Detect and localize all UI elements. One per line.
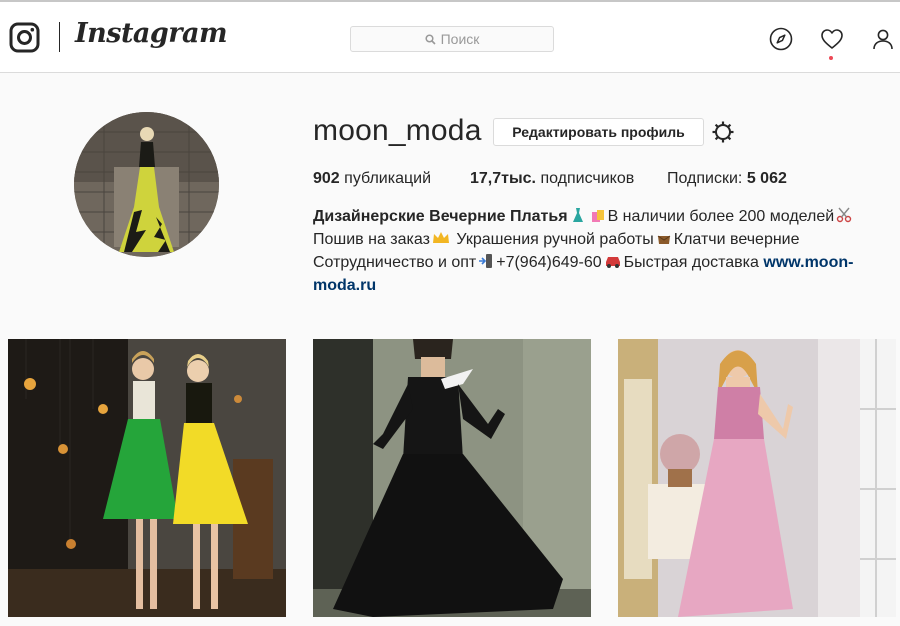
post-thumbnail-1[interactable] <box>8 339 286 617</box>
profile-stats: 902 публикаций 17,7тыс. подписчиков Подп… <box>313 170 873 190</box>
website-link[interactable]: www.moon- <box>763 254 853 271</box>
clutch-icon <box>657 235 671 244</box>
scissors-icon <box>837 207 852 223</box>
bio-phone: +7(964)649-60 <box>496 254 602 271</box>
posts-stat: 902 публикаций <box>313 170 431 188</box>
photo-woman-black-gown <box>313 339 591 617</box>
notification-dot <box>829 56 833 60</box>
bio-stock-text: В наличии более 200 моделей <box>607 208 835 225</box>
posts-count: 902 <box>313 170 340 187</box>
search-icon <box>425 33 436 45</box>
followers-count: 17,7тыс. <box>470 170 536 187</box>
bio-wholesale: Сотрудничество и опт <box>313 254 477 271</box>
bio-tailoring: Пошив на заказ <box>313 231 430 248</box>
following-count: 5 062 <box>746 170 787 187</box>
following-label: Подписки: <box>667 170 743 187</box>
posts-label: публикаций <box>344 170 432 187</box>
bio-line-4: moda.ru <box>313 274 873 297</box>
shopping-bags-icon <box>591 210 604 222</box>
following-stat[interactable]: Подписки: 5 062 <box>667 170 787 188</box>
heart-icon[interactable] <box>820 27 844 51</box>
search-input[interactable]: Поиск <box>350 26 554 52</box>
avatar-photo <box>74 112 219 257</box>
bio-clutches: Клатчи вечерние <box>673 231 800 248</box>
user-icon[interactable] <box>871 27 895 51</box>
car-icon <box>605 257 620 268</box>
top-navigation-bar: Instagram Поиск <box>0 0 900 73</box>
gear-icon[interactable] <box>711 120 735 144</box>
bio-line-3: Сотрудничество и опт +7(964)649-60 Быстрая… <box>313 251 873 274</box>
dress-icon <box>572 208 583 222</box>
compass-icon[interactable] <box>769 27 793 51</box>
bio-delivery: Быстрая доставка <box>623 254 759 271</box>
edit-profile-button[interactable]: Редактировать профиль <box>493 118 704 146</box>
avatar[interactable] <box>74 112 219 257</box>
crown-icon <box>432 232 449 243</box>
photo-woman-pink-gown <box>618 339 896 617</box>
bio-title: Дизайнерские Вечерние Платья <box>313 208 568 225</box>
bio-jewelry: Украшения ручной работы <box>456 231 654 248</box>
instagram-logo-icon[interactable] <box>9 22 40 53</box>
website-link-continued[interactable]: moda.ru <box>313 277 376 294</box>
profile-username: moon_moda <box>313 114 482 147</box>
followers-label: подписчиков <box>540 170 635 187</box>
profile-bio: Дизайнерские Вечерние Платья В наличии бо… <box>313 205 873 297</box>
phone-icon <box>479 254 493 268</box>
instagram-wordmark[interactable]: Instagram <box>75 18 228 49</box>
post-thumbnail-3[interactable] <box>618 339 896 617</box>
bio-line-1: Дизайнерские Вечерние Платья В наличии бо… <box>313 205 873 228</box>
window-edge <box>0 0 900 2</box>
search-placeholder: Поиск <box>440 31 480 47</box>
followers-stat[interactable]: 17,7тыс. подписчиков <box>470 170 634 188</box>
post-thumbnail-2[interactable] <box>313 339 591 617</box>
brand-divider <box>59 22 60 52</box>
bio-line-2: Пошив на заказ Украшения ручной работы Кл… <box>313 228 873 251</box>
photo-two-women-green-yellow-dresses <box>8 339 286 617</box>
